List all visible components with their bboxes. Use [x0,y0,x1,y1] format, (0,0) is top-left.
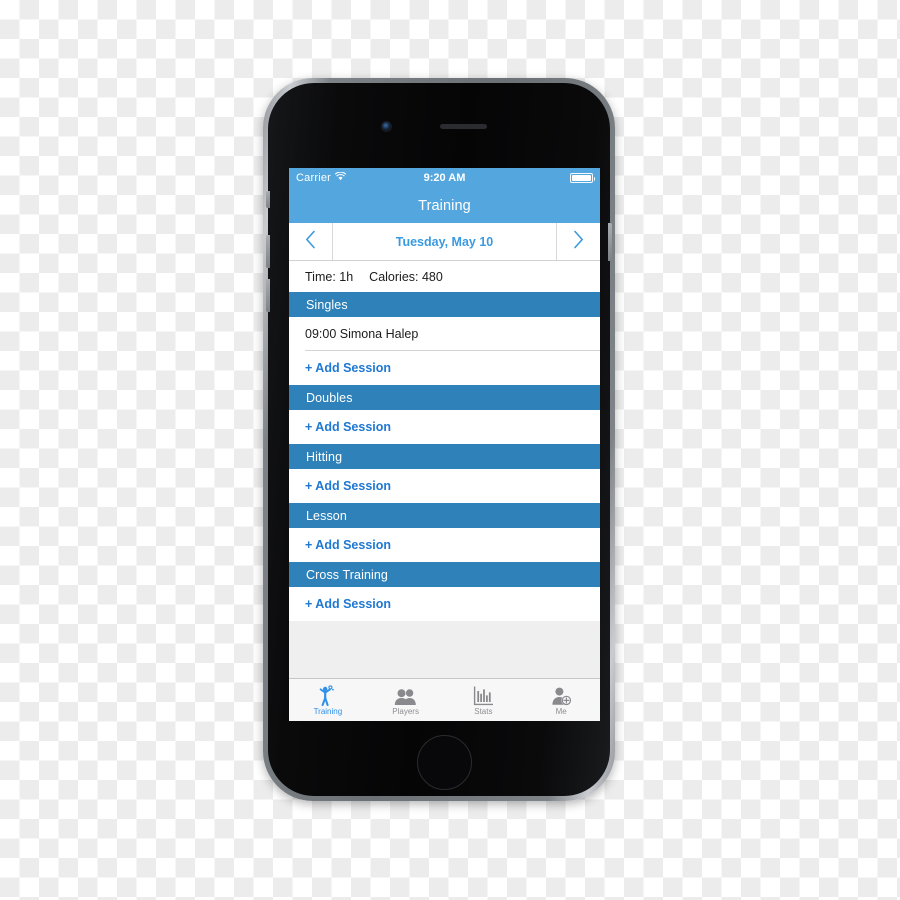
add-session-button[interactable]: + Add Session [289,410,600,444]
carrier-label: Carrier [296,172,332,184]
section-header: Singles [289,292,600,317]
date-display[interactable]: Tuesday, May 10 [333,223,556,260]
people-icon [394,685,417,706]
tab-players[interactable]: Players [367,679,445,721]
training-sections-list[interactable]: Singles 09:00 Simona Halep + Add Session Do… [289,292,600,678]
wifi-icon [334,171,347,184]
tab-stats[interactable]: Stats [445,679,523,721]
tab-training[interactable]: Training [289,679,367,721]
add-session-button[interactable]: + Add Session [289,528,600,562]
tab-label-me: Me [555,707,567,716]
add-session-button[interactable]: + Add Session [289,469,600,503]
status-bar-left: Carrier [296,171,347,184]
page-title: Training [418,197,471,214]
section-header: Cross Training [289,562,600,587]
battery-cap [593,177,595,181]
battery-icon [570,173,595,183]
tab-bar: Training Players Stats Me [289,678,600,721]
bar-chart-icon [473,685,494,706]
battery-fill [572,175,591,181]
tab-label-players: Players [392,707,419,716]
status-bar-right [570,173,595,183]
previous-day-button[interactable] [289,223,333,260]
tab-me[interactable]: Me [522,679,600,721]
earpiece-speaker [440,124,487,129]
tennis-player-icon [317,685,338,706]
tab-label-training: Training [313,707,343,716]
daily-summary-row: Time: 1h Calories: 480 [289,261,600,292]
chevron-right-icon [573,230,584,254]
iphone-device: Carrier 9:20 AM Training Tuesday, May 10… [263,78,615,801]
section-header: Doubles [289,385,600,410]
date-navigation-bar: Tuesday, May 10 [289,223,600,261]
add-session-button[interactable]: + Add Session [289,587,600,621]
tab-label-stats: Stats [474,707,493,716]
total-calories-label: Calories: 480 [369,269,443,284]
person-add-icon [551,685,572,706]
section-header: Hitting [289,444,600,469]
phone-screen: Carrier 9:20 AM Training Tuesday, May 10… [289,168,600,721]
power-button[interactable] [608,223,612,261]
next-day-button[interactable] [556,223,600,260]
total-time-label: Time: 1h [305,269,354,284]
chevron-left-icon [305,230,316,254]
session-row[interactable]: 09:00 Simona Halep [289,317,600,351]
silent-switch[interactable] [266,191,270,208]
add-session-button[interactable]: + Add Session [289,351,600,385]
home-button[interactable] [417,735,472,790]
navigation-bar: Training [289,188,600,223]
section-header: Lesson [289,503,600,528]
current-date-label: Tuesday, May 10 [395,234,494,249]
volume-down-button[interactable] [266,279,270,312]
status-bar: Carrier 9:20 AM [289,168,600,188]
volume-up-button[interactable] [266,235,270,268]
device-body: Carrier 9:20 AM Training Tuesday, May 10… [266,83,612,796]
front-camera-icon [382,122,391,131]
